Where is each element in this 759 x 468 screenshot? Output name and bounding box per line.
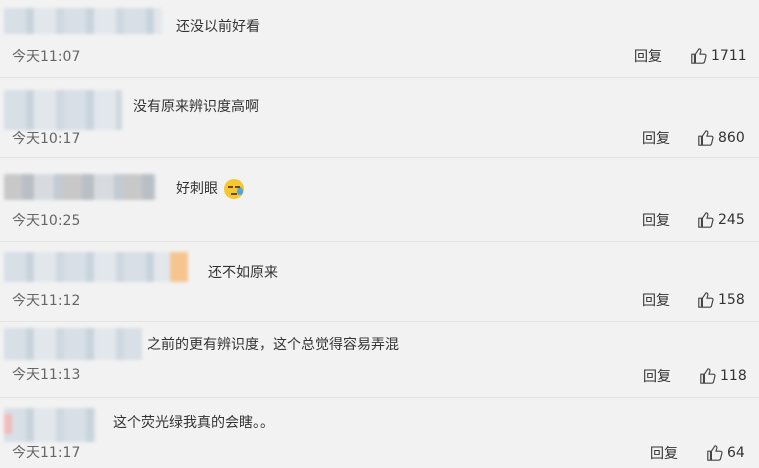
like-count: 245 xyxy=(718,212,745,228)
comment-text: 还不如原来 xyxy=(208,265,278,281)
blurred-username[interactable] xyxy=(4,174,156,200)
like-button[interactable]: 118 xyxy=(699,367,747,385)
comment-time: 今天10:25 xyxy=(12,213,81,229)
comment-time: 今天11:12 xyxy=(12,293,81,309)
like-button[interactable]: 245 xyxy=(697,211,745,229)
comment-time: 今天11:17 xyxy=(12,445,81,461)
thumbs-up-icon xyxy=(690,47,708,65)
thumbs-up-icon xyxy=(706,444,724,462)
reply-button[interactable]: 回复 xyxy=(634,46,662,66)
like-button[interactable]: 1711 xyxy=(690,47,747,65)
comment-text: 之前的更有辨识度，这个总觉得容易弄混 xyxy=(147,337,399,353)
like-count: 118 xyxy=(720,368,747,384)
like-button[interactable]: 158 xyxy=(697,291,745,309)
comment-text: 还没以前好看 xyxy=(176,19,260,35)
comment-text: 这个荧光绿我真的会瞎。。 xyxy=(113,415,274,431)
reply-button[interactable]: 回复 xyxy=(642,128,670,148)
thumbs-up-icon xyxy=(697,291,715,309)
comment-item: 还没以前好看 今天11:07 回复 1711 xyxy=(0,0,759,78)
thumbs-up-icon xyxy=(699,367,717,385)
comment-item: 没有原来辨识度高啊 今天10:17 回复 860 xyxy=(0,78,759,158)
sweat-face-emoji-icon xyxy=(224,179,245,199)
like-count: 1711 xyxy=(711,48,747,64)
comment-time: 今天11:13 xyxy=(12,367,81,383)
comment-time: 今天11:07 xyxy=(12,49,81,65)
comment-item: 这个荧光绿我真的会瞎。。 今天11:17 回复 64 xyxy=(0,398,759,468)
thumbs-up-icon xyxy=(697,211,715,229)
reply-button[interactable]: 回复 xyxy=(642,290,670,310)
reply-button[interactable]: 回复 xyxy=(643,366,671,386)
comment-body: 好刺眼 xyxy=(176,181,218,197)
comment-item: 之前的更有辨识度，这个总觉得容易弄混 今天11:13 回复 118 xyxy=(0,322,759,398)
blurred-username[interactable] xyxy=(4,252,188,282)
comment-item: 还不如原来 今天11:12 回复 158 xyxy=(0,242,759,322)
blurred-username[interactable] xyxy=(4,8,162,34)
comment-time: 今天10:17 xyxy=(12,131,81,147)
comment-item: 好刺眼 今天10:25 回复 245 xyxy=(0,158,759,242)
like-count: 64 xyxy=(727,445,745,461)
like-count: 158 xyxy=(718,292,745,308)
blurred-username[interactable] xyxy=(4,328,142,360)
thumbs-up-icon xyxy=(697,129,715,147)
comment-text: 没有原来辨识度高啊 xyxy=(133,99,259,115)
blurred-username[interactable] xyxy=(4,90,122,130)
reply-button[interactable]: 回复 xyxy=(650,443,678,463)
reply-button[interactable]: 回复 xyxy=(642,210,670,230)
comment-text: 好刺眼 xyxy=(176,178,245,199)
like-button[interactable]: 64 xyxy=(706,444,745,462)
like-count: 860 xyxy=(718,130,745,146)
blurred-username[interactable] xyxy=(4,408,96,442)
like-button[interactable]: 860 xyxy=(697,129,745,147)
